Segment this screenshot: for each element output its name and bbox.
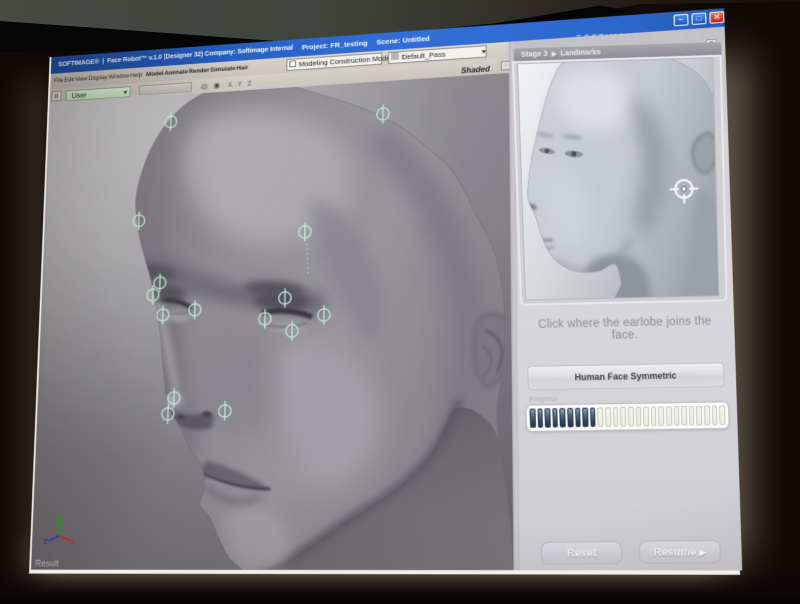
svg-text:Z: Z [44,538,49,546]
svg-text:Result: Result [35,558,60,568]
svg-text:Y: Y [58,514,63,522]
svg-text:X: X [71,538,77,546]
